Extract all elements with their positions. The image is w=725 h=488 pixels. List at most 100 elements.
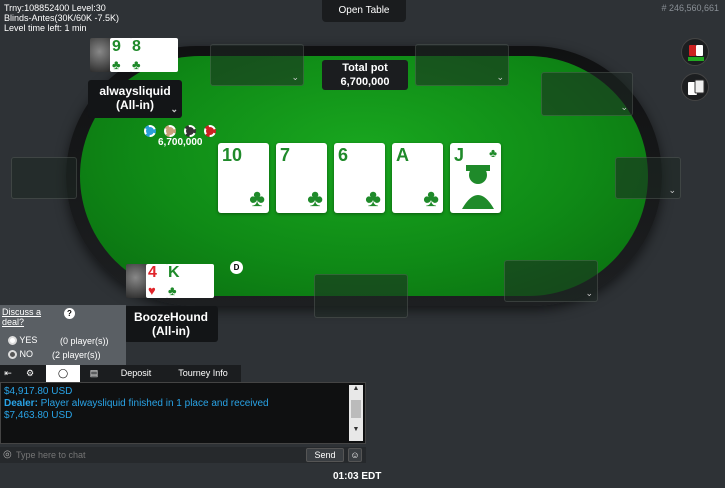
- board-card: A ♣: [392, 143, 443, 213]
- help-icon[interactable]: ?: [64, 308, 75, 319]
- chip-icon: [204, 125, 216, 137]
- club-icon: ♣: [249, 185, 265, 212]
- total-pot: Total pot 6,700,000: [322, 60, 408, 90]
- stats-button[interactable]: [681, 38, 709, 66]
- tab-deposit[interactable]: Deposit: [108, 365, 164, 382]
- table-id: # 246,560,661: [661, 3, 719, 13]
- player-name: alwaysliquid: [99, 84, 171, 98]
- scroll-thumb[interactable]: [351, 400, 361, 418]
- chevron-down-icon: ⌄: [170, 104, 178, 114]
- card-rank: 6: [338, 145, 349, 165]
- player-status: (All-in): [152, 324, 190, 338]
- club-icon: ♣: [132, 57, 141, 72]
- hand-rankings-button[interactable]: [681, 73, 709, 101]
- tournament-info: Trny:108852400 Level:30 Blinds-Antes(30K…: [4, 3, 119, 33]
- chat-input[interactable]: [16, 448, 302, 462]
- pot-amount: 6,700,000: [340, 76, 390, 88]
- chevron-down-icon: ⌄: [291, 72, 299, 82]
- cards-stats-icon: [688, 45, 704, 61]
- emoji-settings-icon[interactable]: ◎: [3, 449, 12, 460]
- board-card: J ♣: [450, 143, 501, 213]
- empty-seat[interactable]: ⌄: [504, 260, 598, 302]
- dealer-button: D: [230, 261, 243, 274]
- empty-seat[interactable]: [11, 157, 77, 199]
- card-rank: 10: [222, 145, 243, 165]
- send-button[interactable]: Send: [306, 448, 344, 462]
- settings-gear-icon[interactable]: ⚙: [16, 365, 44, 382]
- chat-line: Dealer: Player alwaysliquid finished in …: [1, 398, 365, 410]
- chevron-down-icon: ⌄: [668, 185, 676, 195]
- chat-text: Player alwaysliquid finished in 1 place …: [37, 398, 269, 409]
- radio-button-selected[interactable]: [8, 350, 17, 360]
- scroll-up-icon[interactable]: ▲: [349, 385, 363, 392]
- card-rank: 4: [148, 264, 157, 281]
- pot-label: Total pot: [342, 62, 388, 74]
- radio-button[interactable]: [8, 336, 17, 346]
- card-rank: 9: [112, 38, 121, 55]
- clock: 01:03 EDT: [333, 471, 382, 482]
- chevron-down-icon: ⌄: [585, 288, 593, 298]
- card-rank: A: [396, 145, 409, 165]
- board-card: 6 ♣: [334, 143, 385, 213]
- club-icon: ♣: [307, 185, 323, 212]
- open-table-button[interactable]: Open Table: [322, 0, 406, 22]
- player-name: BoozeHound: [134, 310, 208, 324]
- player-bet: 6,700,000: [158, 137, 203, 148]
- board-card: 7 ♣: [276, 143, 327, 213]
- chip-icon: [184, 125, 196, 137]
- no-label: NO: [19, 349, 34, 359]
- chat-input-row: ◎ Send ☺: [0, 447, 366, 463]
- club-icon: ♣: [168, 283, 177, 298]
- card-rank: 8: [132, 38, 141, 55]
- blinds-line: Blinds-Antes(30K/60K -7.5K): [4, 13, 120, 23]
- discuss-deal-link[interactable]: Discuss a deal?: [2, 307, 41, 327]
- hole-card: K ♣: [166, 264, 214, 298]
- deal-yes-option[interactable]: YES: [8, 335, 38, 346]
- cards-icon: [688, 79, 705, 95]
- empty-seat[interactable]: ⌄: [541, 72, 633, 116]
- yes-count: (0 player(s)): [60, 336, 109, 346]
- heart-icon: ♥: [148, 283, 156, 298]
- player-seat-top[interactable]: 9 ♣ 8 ♣ alwaysliquid (All-in) ⌄: [88, 34, 182, 118]
- empty-seat[interactable]: [314, 274, 408, 318]
- player-seat-bottom[interactable]: 4 ♥ K ♣ BoozeHound (All-in): [124, 260, 218, 342]
- tab-tourney-info[interactable]: Tourney Info: [166, 365, 240, 382]
- chevron-down-icon: ⌄: [496, 72, 504, 82]
- no-count: (2 player(s)): [52, 350, 101, 360]
- empty-seat[interactable]: ⌄: [415, 44, 509, 86]
- chevron-down-icon: ⌄: [620, 102, 628, 112]
- hole-card: 9 ♣: [110, 38, 132, 72]
- notes-icon[interactable]: ▤: [82, 365, 106, 382]
- card-rank: 7: [280, 145, 291, 165]
- yes-label: YES: [19, 335, 38, 345]
- player-status: (All-in): [116, 98, 154, 112]
- club-icon: ♣: [489, 146, 497, 160]
- chat-scrollbar[interactable]: ▲ ▼: [349, 385, 363, 441]
- deal-title-line: Discuss a: [2, 307, 42, 317]
- hole-card: 8 ♣: [130, 38, 178, 72]
- empty-seat[interactable]: ⌄: [210, 44, 304, 86]
- board-card: 10 ♣: [218, 143, 269, 213]
- scroll-down-icon[interactable]: ▼: [349, 426, 363, 433]
- collapse-arrow-icon[interactable]: ⇤: [0, 365, 16, 382]
- club-icon: ♣: [423, 185, 439, 212]
- club-icon: ♣: [112, 57, 121, 72]
- card-rank: K: [168, 264, 180, 281]
- tourney-level-line: Trny:108852400 Level:30: [4, 3, 106, 13]
- emoji-icon[interactable]: ☺: [348, 448, 362, 462]
- club-icon: ♣: [365, 185, 381, 212]
- level-time-line: Level time left: 1 min: [4, 23, 87, 33]
- deal-panel: Discuss a deal? ? YES (0 player(s)) NO (…: [0, 305, 126, 365]
- chat-line: $7,463.80 USD: [4, 410, 73, 421]
- chip-icon: [144, 125, 156, 137]
- empty-seat[interactable]: ⌄: [615, 157, 681, 199]
- chip-icon: [164, 125, 176, 137]
- deal-no-option[interactable]: NO: [8, 349, 34, 360]
- chat-line: $4,917.80 USD: [4, 386, 73, 397]
- deal-title-line: deal?: [2, 317, 25, 327]
- chat-tab-bar: ⇤ ⚙ ◯ ▤ Deposit Tourney Info: [0, 365, 241, 382]
- chat-log: $4,917.80 USD Dealer: Player alwaysliqui…: [0, 382, 366, 444]
- player-name-box: alwaysliquid (All-in) ⌄: [88, 80, 182, 118]
- chat-bubble-icon[interactable]: ◯: [46, 365, 80, 382]
- player-name-box: BoozeHound (All-in): [124, 306, 218, 342]
